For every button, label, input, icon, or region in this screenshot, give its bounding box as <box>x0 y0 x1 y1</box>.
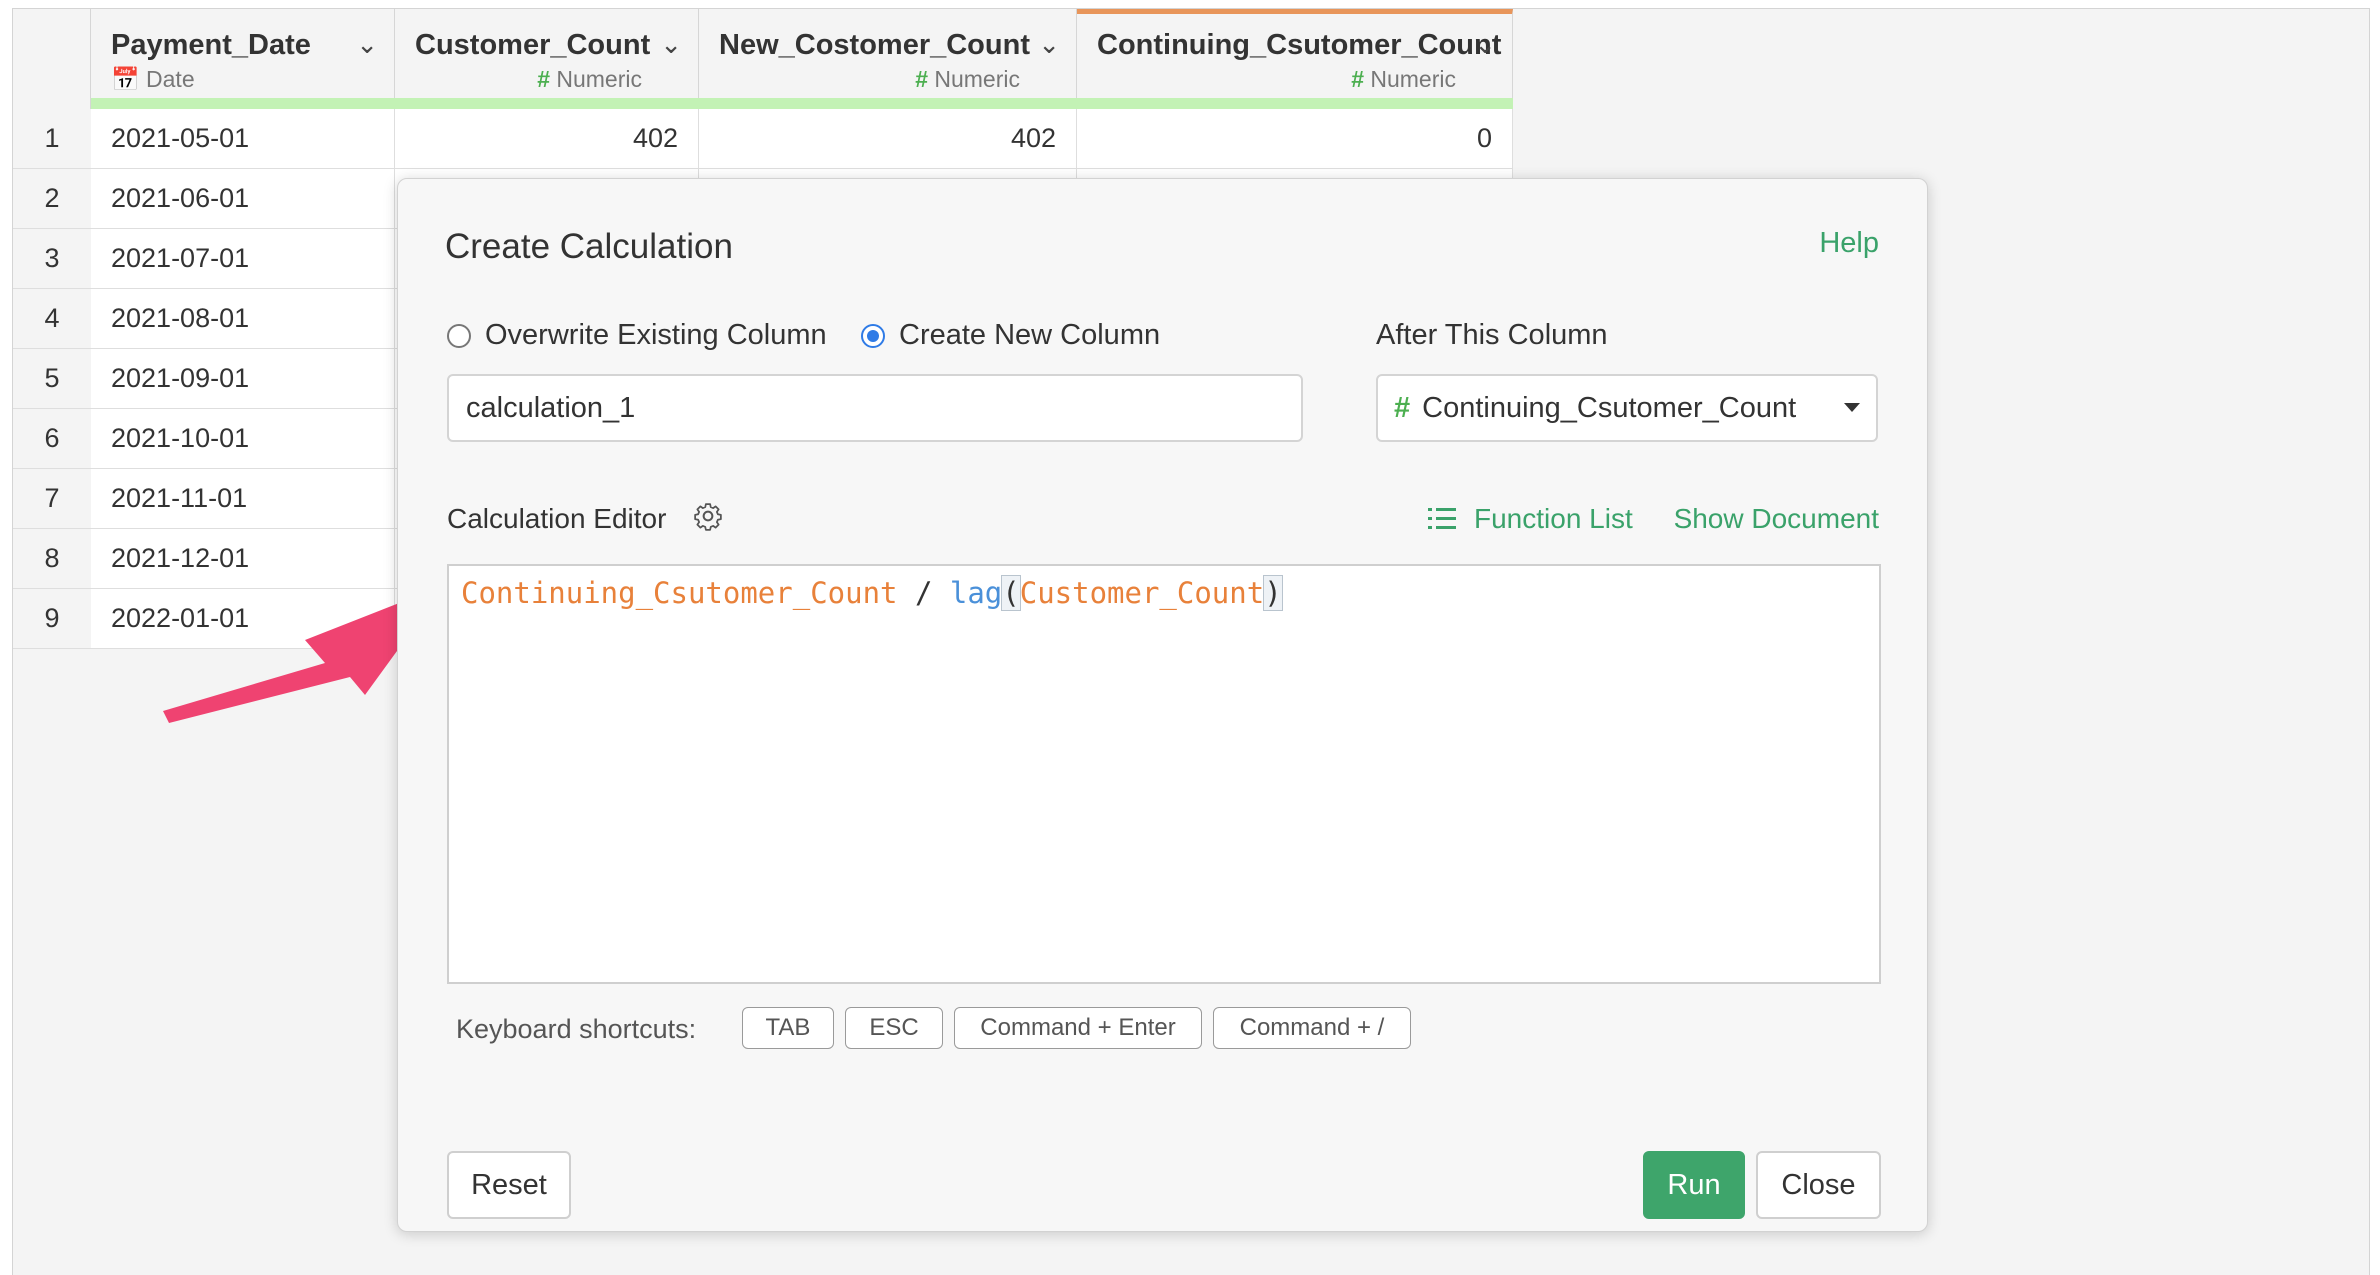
dialog-title: Create Calculation <box>445 227 733 266</box>
after-column-select[interactable]: # Continuing_Csutomer_Count <box>1376 374 1878 442</box>
function-list-label: Function List <box>1474 503 1633 534</box>
chevron-down-icon[interactable]: ⌄ <box>356 29 378 60</box>
cell-payment-date[interactable]: 2021-12-01 <box>91 529 395 588</box>
cell-payment-date[interactable]: 2021-08-01 <box>91 289 395 348</box>
row-number: 9 <box>13 589 92 648</box>
table-row[interactable]: 1 2021-05-01 402 402 0 <box>13 109 1513 169</box>
row-number: 4 <box>13 289 92 348</box>
calculation-editor[interactable]: Continuing_Csutomer_Count / lag(Customer… <box>447 564 1881 984</box>
cell-continuing-csutomer-count[interactable]: 0 <box>1077 109 1513 168</box>
code-token-paren-close: ) <box>1263 575 1283 611</box>
column-name: New_Costomer_Count <box>719 29 1030 61</box>
gear-icon[interactable] <box>693 501 723 531</box>
create-calculation-dialog: Create Calculation Help Overwrite Existi… <box>397 178 1928 1232</box>
after-this-column-label: After This Column <box>1376 319 1608 351</box>
code-token-paren-open: ( <box>1001 575 1021 611</box>
shortcut-command-slash: Command + / <box>1213 1007 1411 1049</box>
chevron-down-icon[interactable]: ⌄ <box>660 29 682 60</box>
radio-label: Overwrite Existing Column <box>485 319 827 351</box>
shortcut-command-enter: Command + Enter <box>954 1007 1202 1049</box>
cell-payment-date[interactable]: 2021-05-01 <box>91 109 395 168</box>
column-header-new-costomer-count[interactable]: New_Costomer_Count ⌄ # Numeric <box>699 9 1077 109</box>
cell-customer-count[interactable]: 402 <box>395 109 699 168</box>
calendar-icon: 📅 <box>111 66 140 92</box>
column-name: Continuing_Csutomer_Count <box>1097 29 1502 61</box>
caret-down-icon <box>1844 403 1860 412</box>
row-number: 2 <box>13 169 92 228</box>
radio-label: Create New Column <box>899 319 1161 351</box>
cell-payment-date[interactable]: 2021-10-01 <box>91 409 395 468</box>
close-button[interactable]: Close <box>1756 1151 1881 1219</box>
code-token-operator: / <box>897 576 950 610</box>
run-button[interactable]: Run <box>1643 1151 1745 1219</box>
column-name: Payment_Date <box>111 29 311 61</box>
calculation-editor-label: Calculation Editor <box>447 503 667 534</box>
hash-icon: # <box>1351 66 1364 92</box>
row-number: 7 <box>13 469 92 528</box>
reset-button[interactable]: Reset <box>447 1151 571 1219</box>
row-number-header <box>13 9 91 109</box>
cell-payment-date[interactable]: 2021-07-01 <box>91 229 395 288</box>
selected-column: Continuing_Csutomer_Count <box>1422 392 1797 424</box>
new-column-name-input[interactable]: calculation_1 <box>447 374 1303 442</box>
hash-icon: # <box>537 66 550 92</box>
column-header-customer-count[interactable]: Customer_Count ⌄ # Numeric <box>395 9 699 109</box>
row-number: 5 <box>13 349 92 408</box>
keyboard-shortcuts-label: Keyboard shortcuts: <box>456 1014 697 1044</box>
show-document-link[interactable]: Show Document <box>1674 503 1879 535</box>
radio-create-new-column[interactable]: Create New Column <box>861 319 1160 352</box>
cell-payment-date[interactable]: 2021-11-01 <box>91 469 395 528</box>
cell-payment-date[interactable]: 2021-06-01 <box>91 169 395 228</box>
code-token-column: Continuing_Csutomer_Count <box>461 576 898 610</box>
column-type: 📅 Date <box>111 66 195 92</box>
column-type: # Numeric <box>1351 66 1456 92</box>
row-number: 1 <box>13 109 92 168</box>
function-list-link[interactable]: Function List <box>1428 503 1633 535</box>
list-icon <box>1428 508 1456 529</box>
column-type: # Numeric <box>915 66 1020 92</box>
hash-icon: # <box>1394 392 1411 424</box>
shortcut-esc: ESC <box>845 1007 943 1049</box>
cell-new-costomer-count[interactable]: 402 <box>699 109 1077 168</box>
column-header-continuing-csutomer-count[interactable]: Continuing_Csutomer_Count ⌄ # Numeric <box>1077 9 1513 109</box>
column-name: Customer_Count <box>415 29 651 61</box>
cell-payment-date[interactable]: 2021-09-01 <box>91 349 395 408</box>
grid-header: Payment_Date ⌄ 📅 Date Customer_Count ⌄ #… <box>13 9 1513 110</box>
radio-overwrite-existing-column[interactable]: Overwrite Existing Column <box>447 319 827 352</box>
code-token-column: Customer_Count <box>1019 576 1265 610</box>
help-link[interactable]: Help <box>1819 227 1879 260</box>
hash-icon: # <box>915 66 928 92</box>
shortcut-tab: TAB <box>742 1007 834 1049</box>
column-header-payment-date[interactable]: Payment_Date ⌄ 📅 Date <box>91 9 395 109</box>
row-number: 8 <box>13 529 92 588</box>
radio-circle-selected[interactable] <box>861 323 885 348</box>
row-number: 6 <box>13 409 92 468</box>
header-quality-bar <box>91 98 1513 109</box>
code-token-function: lag <box>949 576 1003 610</box>
radio-circle[interactable] <box>447 323 471 348</box>
chevron-down-icon[interactable]: ⌄ <box>1474 29 1496 60</box>
column-type: # Numeric <box>537 66 642 92</box>
row-number: 3 <box>13 229 92 288</box>
chevron-down-icon[interactable]: ⌄ <box>1038 29 1060 60</box>
